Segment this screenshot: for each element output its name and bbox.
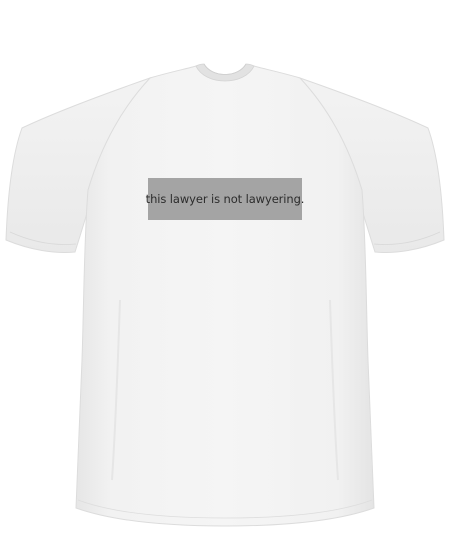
product-image: this lawyer is not lawyering. bbox=[0, 0, 450, 533]
shirt-print: this lawyer is not lawyering. bbox=[145, 178, 305, 220]
shirt-body bbox=[75, 65, 375, 527]
print-text: this lawyer is not lawyering. bbox=[145, 192, 305, 206]
tshirt-graphic bbox=[5, 63, 445, 527]
